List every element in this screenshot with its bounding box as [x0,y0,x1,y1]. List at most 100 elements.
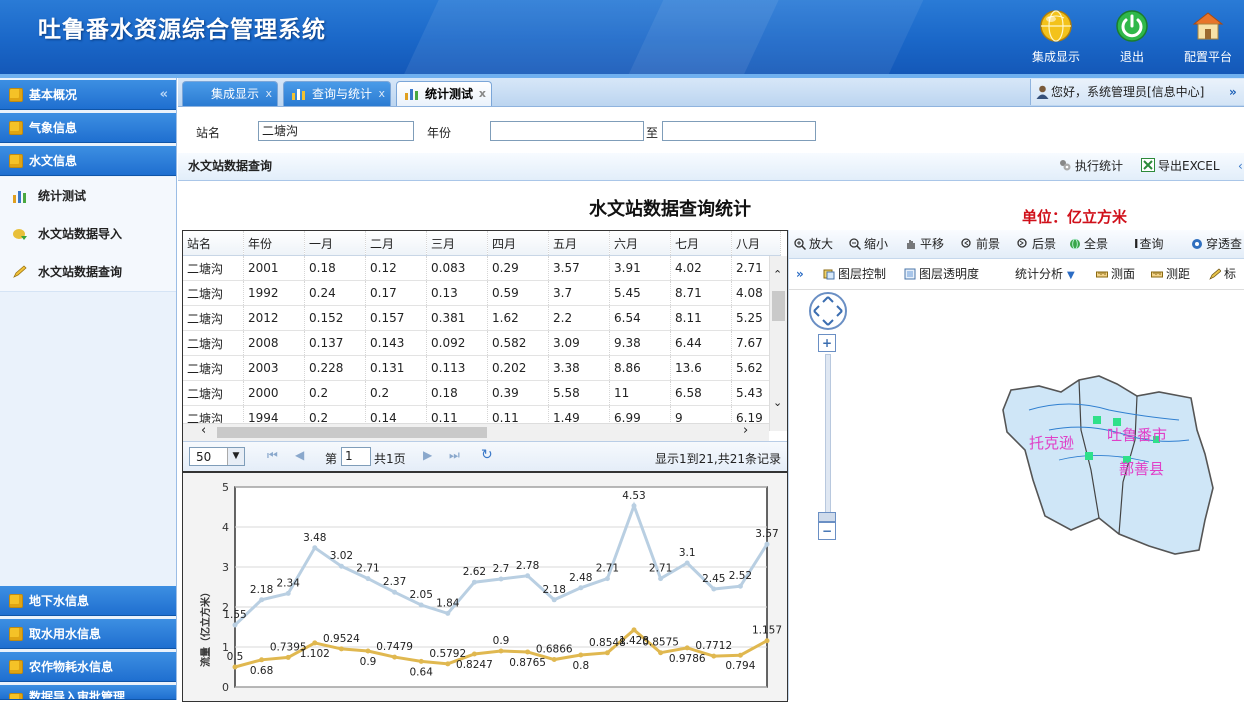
sidebar-item-station-import[interactable]: 水文站数据导入 [0,215,176,254]
sidebar-section-water-use[interactable]: 取水用水信息 [0,619,176,649]
last-page-icon[interactable]: ⏭ [449,448,460,463]
tab-stat-test[interactable]: 统计测试 x [396,81,492,106]
year-to-input[interactable] [662,121,816,141]
sidebar-section-hydrology[interactable]: 水文信息 [0,146,176,176]
next-page-icon[interactable]: ▶ [423,448,432,462]
cube-icon [9,121,23,135]
table-cell: 0.2 [365,380,427,406]
sidebar-section-weather[interactable]: 气象信息 [0,113,176,143]
horizontal-scrollbar[interactable]: ‹ › [183,423,769,441]
sidebar-section-groundwater[interactable]: 地下水信息 [0,586,176,616]
measure-area-button[interactable]: 测面 [1096,259,1135,289]
data-label: 2.62 [463,566,486,578]
column-header[interactable]: 六月 [609,231,671,256]
header-decoration [612,0,928,74]
panel-scroll-icon[interactable]: ‹ [1238,153,1243,180]
sidebar-section-import-approval[interactable]: 数据导入审批管理 [0,685,176,700]
zoom-out-icon[interactable]: − [818,522,836,540]
close-icon[interactable]: x [265,82,272,106]
run-stat-button[interactable]: 执行统计 [1058,153,1123,180]
column-header[interactable]: 四月 [487,231,549,256]
table-row[interactable]: 二塘沟 1992 0.24 0.17 0.13 0.59 3.7 5.45 8.71 4.08 [183,280,781,306]
tab-label: 集成显示 [211,87,260,101]
zoom-slider-track[interactable] [825,354,831,516]
page-size-select[interactable]: 50 ▼ [189,447,245,466]
config-platform-button[interactable]: 配置平台 [1173,8,1243,65]
scroll-up-icon[interactable]: ⌃ [773,268,782,281]
zoom-slider-thumb[interactable] [818,512,836,522]
vertical-scrollbar[interactable]: ⌃ ⌄ [769,256,787,431]
table-cell: 8.71 [670,280,732,306]
column-header[interactable]: 三月 [426,231,488,256]
integrated-display-button[interactable]: 集成显示 [1021,8,1091,65]
column-header[interactable]: 站名 [183,231,244,256]
query-button[interactable]: I查询 [1134,230,1163,258]
column-header[interactable]: 七月 [670,231,732,256]
column-header[interactable]: 五月 [548,231,610,256]
refresh-icon[interactable]: ↻ [481,447,493,463]
sidebar-item-stat-test[interactable]: 统计测试 [0,177,176,216]
layer-opacity-button[interactable]: 图层透明度 [904,259,979,289]
sidebar-section-overview[interactable]: 基本概况 « [0,80,176,110]
chevron-down-icon[interactable]: ▼ [227,448,244,465]
first-page-icon[interactable]: ⏮ [267,448,278,463]
full-extent-button[interactable]: 全景 [1069,230,1108,258]
export-excel-button[interactable]: 导出EXCEL [1141,153,1220,180]
series-2-point [711,653,717,659]
close-icon[interactable]: x [378,82,385,106]
sidebar-section-crop-water[interactable]: 农作物耗水信息 [0,652,176,682]
penetrate-query-button[interactable]: 穿透查 [1191,230,1242,258]
column-header[interactable]: 一月 [304,231,366,256]
sidebar-section-label: 基本概况 [29,88,78,102]
table-row[interactable]: 二塘沟 2000 0.2 0.2 0.18 0.39 5.58 11 6.58 5.43 [183,380,781,406]
layer-control-button[interactable]: 图层控制 [823,259,886,289]
table-cell: 1992 [243,280,305,306]
scroll-right-icon[interactable]: › [743,423,748,438]
scrollbar-thumb[interactable] [772,291,785,321]
logout-button[interactable]: 退出 [1097,8,1167,65]
region-map[interactable]: 托克逊 吐鲁番市 鄯善县 [999,370,1229,560]
expand-toolbar-icon[interactable]: » [796,259,804,289]
column-header[interactable]: 年份 [243,231,305,256]
station-marker[interactable] [1093,416,1101,424]
query-form: 站名 二塘沟 年份 至 [178,107,1244,154]
station-input[interactable]: 二塘沟 [258,121,414,141]
series-1-point [471,579,477,585]
scroll-left-icon[interactable]: ‹ [201,423,206,438]
series-2-point [285,654,291,660]
table-row[interactable]: 二塘沟 2003 0.228 0.131 0.113 0.202 3.38 8.86 13.6 5… [183,355,781,381]
scroll-down-icon[interactable]: ⌄ [773,396,782,409]
station-marker[interactable] [1085,452,1093,460]
tab-query-stat[interactable]: 查询与统计 x [283,81,391,106]
expand-arrow-icon[interactable]: » [1229,79,1237,105]
toolbar-label: 查询 [1139,237,1164,251]
table-row[interactable]: 二塘沟 2001 0.18 0.12 0.083 0.29 3.57 3.91 4.02 2.71 [183,255,781,281]
table-row[interactable]: 二塘沟 2008 0.137 0.143 0.092 0.582 3.09 9.38 6.44 7… [183,330,781,356]
prev-page-icon[interactable]: ◀ [295,448,304,462]
table-row[interactable]: 二塘沟 2012 0.152 0.157 0.381 1.62 2.2 6.54 8.11 5.2… [183,305,781,331]
pan-button[interactable]: 平移 [905,230,944,258]
measure-distance-button[interactable]: 测距 [1151,259,1190,289]
table-cell: 0.137 [304,330,366,356]
column-header[interactable]: 二月 [365,231,427,256]
table-cell: 3.7 [548,280,610,306]
pan-control[interactable] [807,290,849,332]
table-cell: 2012 [243,305,305,331]
zoom-in-button[interactable]: 放大 [794,230,833,258]
scrollbar-thumb[interactable] [217,427,487,438]
sidebar-item-station-query[interactable]: 水文站数据查询 [0,253,176,292]
table-cell: 3.09 [548,330,610,356]
zoom-in-icon[interactable]: + [818,334,836,352]
station-marker[interactable] [1113,418,1121,426]
foreground-button[interactable]: 前景 [961,230,1000,258]
close-icon[interactable]: x [479,82,486,106]
background-button[interactable]: 后景 [1017,230,1056,258]
column-header[interactable]: 八月 [731,231,781,256]
zoom-out-button[interactable]: 缩小 [849,230,888,258]
page-number-input[interactable]: 1 [341,447,371,466]
tab-integrated-display[interactable]: 集成显示 x [182,81,278,106]
year-from-input[interactable] [490,121,644,141]
stat-analysis-dropdown[interactable]: 统计分析 ▼ [1015,259,1075,291]
collapse-chevron-icon[interactable]: « [160,80,168,110]
mark-button[interactable]: 标 [1209,259,1236,289]
